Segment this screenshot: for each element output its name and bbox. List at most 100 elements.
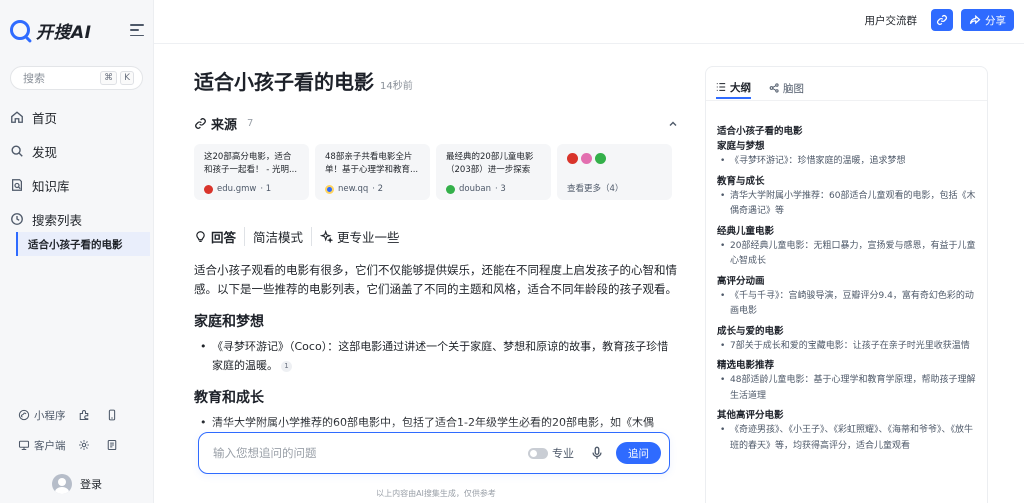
follow-up-button[interactable]: 追问 [616,442,661,464]
tab-concise[interactable]: 简洁模式 [244,226,311,246]
outline-section[interactable]: 高评分动画 [717,275,979,289]
ai-disclaimer: 以上内容由AI搜集生成，仅供参考 [376,489,496,498]
outline-section[interactable]: 教育与成长 [717,175,979,189]
outline-section[interactable]: 其他高评分电影 [717,409,979,423]
more-sources-label: 查看更多（4） [567,184,624,194]
pro-mode-label: 专业 [552,447,574,460]
sidebar: 开搜AI 搜索 ⌘ K 首页 发现 知识库 搜索列表 适合小孩子看的电影 小程序… [0,0,154,503]
sources-count: 7 [247,118,254,129]
outline-item: 48部适龄儿童电影：基于心理学和教育学原理，帮助孩子理解生活道理 [717,373,979,404]
site-favicon-icon [595,153,606,164]
site-favicon-icon [325,184,334,194]
outline-section[interactable]: 精选电影推荐 [717,359,979,373]
source-card[interactable]: 这20部高分电影，适合和孩子一起看！ - 光明... edu.gmw · 1 [194,144,309,200]
outline-section[interactable]: 成长与爱的电影 [717,325,979,339]
sidebar-nav: 首页 发现 知识库 搜索列表 [0,100,154,236]
section-heading: 教育和成长 [194,390,264,406]
brand-name: 开搜AI [36,22,92,43]
tab-mindmap[interactable]: 脑图 [769,77,804,99]
plugin-icon[interactable] [74,409,94,421]
link-icon [937,15,947,25]
search-icon [10,144,24,158]
mini-program-icon [18,409,30,421]
sidebar-search[interactable]: 搜索 ⌘ K [10,66,143,90]
outline-item: 《奇迹男孩》、《小王子》、《彩虹照耀》、《海蒂和爷爷》、《放牛班的春天》等，均获… [717,423,979,454]
topbar-actions: 用户交流群 分享 [865,9,1014,31]
outline-section[interactable]: 家庭与梦想 [717,140,979,154]
search-placeholder: 搜索 [23,72,45,85]
history-icon [10,212,24,226]
answer-main: 适合小孩子看的电影 14秒前 来源 7 这20部高分电影，适合和孩子一起看！ -… [194,44,678,503]
pro-mode-toggle[interactable] [528,447,548,459]
sidebar-footer: 小程序 客户端 [0,400,154,460]
sparkle-icon [320,229,334,243]
outline-item: 《寻梦环游记》：珍惜家庭的温暖，追求梦想 [717,154,979,170]
history-item[interactable]: 适合小孩子看的电影 [16,232,150,256]
outline-panel: 大纲 脑图 适合小孩子看的电影 家庭与梦想 《寻梦环游记》：珍惜家庭的温暖，追求… [705,66,988,503]
mindmap-icon [769,83,779,93]
gear-icon[interactable] [74,439,94,451]
share-button[interactable]: 分享 [961,9,1014,31]
citation-badge[interactable]: 1 [281,361,292,372]
tab-professional[interactable]: 更专业一些 [311,226,408,246]
follow-up-box: 专业 追问 [198,432,670,474]
collapse-sidebar-icon[interactable] [130,24,144,36]
chevron-up-icon[interactable] [668,119,678,129]
tab-outline[interactable]: 大纲 [716,77,751,99]
tab-answer[interactable]: 回答 [194,227,244,246]
source-card[interactable]: 最经典的20部儿童电影（203部）进一步探索 douban · 3 [436,144,551,200]
sources-title: 来源 7 [194,114,253,133]
avatar [52,474,72,494]
home-icon [10,110,24,124]
sidebar-item-label: 发现 [32,144,58,160]
outline-item: 《千与千寻》：宫崎骏导演，豆瓣评分9.4，富有奇幻色彩的动画电影 [717,289,979,320]
shortcut-cmd-key: ⌘ [100,71,118,85]
site-favicon-icon [567,153,578,164]
mini-program-link[interactable]: 小程序 [18,408,66,423]
desktop-icon [18,440,30,451]
knowledge-icon [10,178,24,192]
answer-mode-tabs: 回答 简洁模式 更专业一些 [194,226,408,246]
outline-item: 7部关于成长和爱的宝藏电影：让孩子在亲子时光里收获温情 [717,339,979,355]
logo-icon [10,20,30,40]
copy-link-button[interactable] [931,9,953,31]
section-heading: 家庭和梦想 [194,314,264,330]
answer-intro: 适合小孩子观看的电影有很多，它们不仅能够提供娱乐，还能在不同程度上启发孩子的心智… [194,263,677,296]
microphone-icon[interactable] [590,446,604,460]
outline-body: 适合小孩子看的电影 家庭与梦想 《寻梦环游记》：珍惜家庭的温暖，追求梦想 教育与… [717,125,979,459]
list-icon [716,83,726,91]
timestamp: 14秒前 [380,81,413,92]
community-link[interactable]: 用户交流群 [865,13,918,28]
site-favicon-icon [446,184,455,194]
outline-item: 清华大学附属小学推荐：60部适合儿童观看的电影，包括《木偶奇遇记》等 [717,189,979,220]
client-link[interactable]: 客户端 [18,438,66,453]
outline-title: 适合小孩子看的电影 [717,126,803,137]
sidebar-item-label: 首页 [32,110,58,126]
page-title: 适合小孩子看的电影 14秒前 [194,70,413,94]
sidebar-item-label: 知识库 [32,178,70,194]
outline-tabs: 大纲 脑图 [716,77,804,99]
sources-header: 来源 7 [194,114,678,133]
mobile-icon[interactable] [102,409,122,421]
lightbulb-icon [196,230,205,242]
sidebar-item-home[interactable]: 首页 [0,100,154,134]
follow-up-input[interactable] [213,446,528,460]
sidebar-item-knowledge[interactable]: 知识库 [0,168,154,202]
outline-item: 20部经典儿童电影：无粗口暴力，宣扬爱与感恩，有益于儿童心智成长 [717,239,979,270]
share-icon [969,14,981,25]
brand-logo[interactable]: 开搜AI [10,18,92,43]
document-icon[interactable] [102,439,122,451]
login-button[interactable]: 登录 [52,474,102,494]
more-sources-card[interactable]: 查看更多（4） [557,144,672,200]
link-icon [195,118,206,129]
shortcut-k-key: K [120,71,134,85]
site-favicon-icon [204,184,213,194]
site-favicon-icon [581,153,592,164]
sidebar-item-discover[interactable]: 发现 [0,134,154,168]
sidebar-item-search-list[interactable]: 搜索列表 [0,202,154,236]
answer-bullet: 《寻梦环游记》（Coco）：这部电影通过讲述一个关于家庭、梦想和原谅的故事，教育… [194,337,678,375]
sidebar-item-label: 搜索列表 [32,212,83,228]
outline-section[interactable]: 经典儿童电影 [717,225,979,239]
source-cards: 这20部高分电影，适合和孩子一起看！ - 光明... edu.gmw · 1 4… [194,144,672,200]
source-card[interactable]: 48部亲子共看电影全片单！基于心理学和教育... new.qq · 2 [315,144,430,200]
